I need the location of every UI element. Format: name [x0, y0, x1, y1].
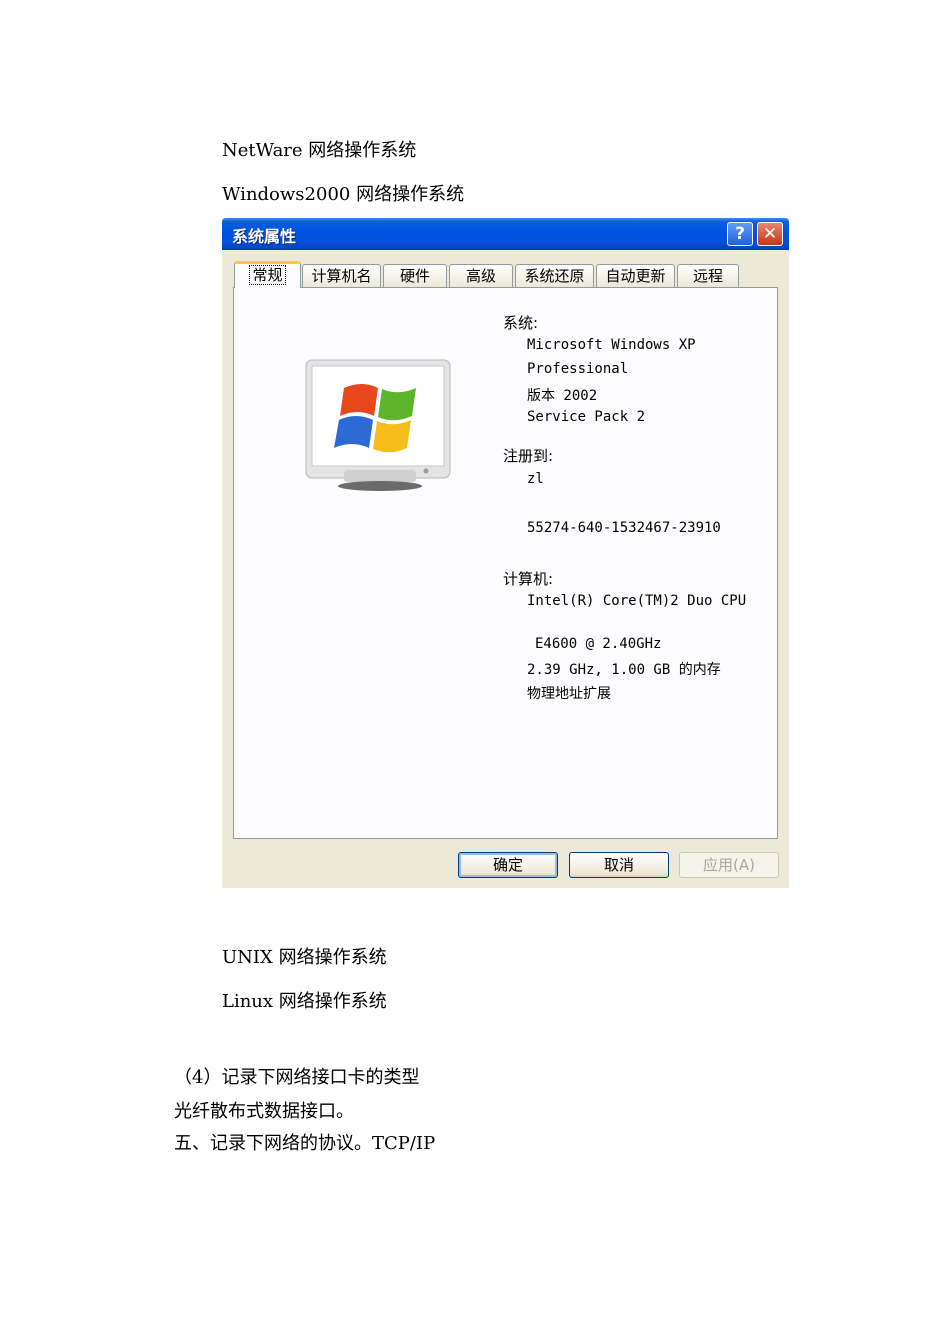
cancel-button[interactable]: 取消 [569, 852, 669, 878]
doc-line-netware: NetWare 网络操作系统 [222, 140, 417, 161]
tab-general-label: 常规 [249, 265, 286, 285]
doc-line-linux: Linux 网络操作系统 [222, 991, 387, 1012]
dialog-titlebar[interactable]: 系统属性 ? ✕ [222, 218, 789, 250]
doc-line-windows2000: Windows2000 网络操作系统 [222, 184, 465, 205]
tab-automatic-updates[interactable]: 自动更新 [596, 264, 675, 287]
cpu-speed-memory: 2.39 GHz, 1.00 GB 的内存 [527, 662, 721, 678]
general-tab-panel: 系统: Microsoft Windows XP Professional 版本… [233, 287, 778, 839]
ok-button[interactable]: 确定 [458, 852, 558, 878]
dialog-title: 系统属性 [232, 227, 297, 246]
tab-hardware[interactable]: 硬件 [383, 264, 447, 287]
product-id: 55274-640-1532467-23910 [527, 520, 721, 536]
doc-line-unix: UNIX 网络操作系统 [222, 947, 387, 968]
tab-advanced[interactable]: 高级 [449, 264, 513, 287]
doc-line-step4: （4）记录下网络接口卡的类型 [174, 1067, 420, 1088]
service-pack: Service Pack 2 [527, 409, 646, 425]
doc-line-fiber: 光纤散布式数据接口。 [174, 1101, 354, 1122]
apply-button[interactable]: 应用(A) [679, 852, 779, 878]
tab-general[interactable]: 常规 [234, 261, 301, 288]
registered-to-label: 注册到: [503, 447, 554, 465]
physical-address-extension: 物理地址扩展 [527, 686, 611, 702]
registered-user: zl [527, 471, 544, 487]
tab-system-restore[interactable]: 系统还原 [515, 264, 594, 287]
os-name-line-1: Microsoft Windows XP [527, 337, 696, 353]
doc-line-protocol: 五、记录下网络的协议。TCP/IP [174, 1133, 436, 1154]
os-name-line-2: Professional [527, 361, 629, 377]
tab-remote[interactable]: 远程 [677, 264, 739, 287]
system-properties-dialog: 系统属性 ? ✕ 常规 计算机名 硬件 高级 系统还原 自动更新 远程 系统: … [222, 218, 789, 888]
computer-label: 计算机: [503, 570, 554, 588]
cpu-line-1: Intel(R) Core(TM)2 Duo CPU [527, 593, 747, 609]
help-button[interactable]: ? [727, 222, 753, 246]
tab-computer-name[interactable]: 计算机名 [302, 264, 381, 287]
close-button[interactable]: ✕ [757, 222, 783, 246]
windows-xp-monitor-icon [305, 359, 451, 491]
os-version: 版本 2002 [527, 388, 598, 404]
cpu-line-2: E4600 @ 2.40GHz [535, 636, 662, 652]
system-label: 系统: [503, 314, 539, 332]
